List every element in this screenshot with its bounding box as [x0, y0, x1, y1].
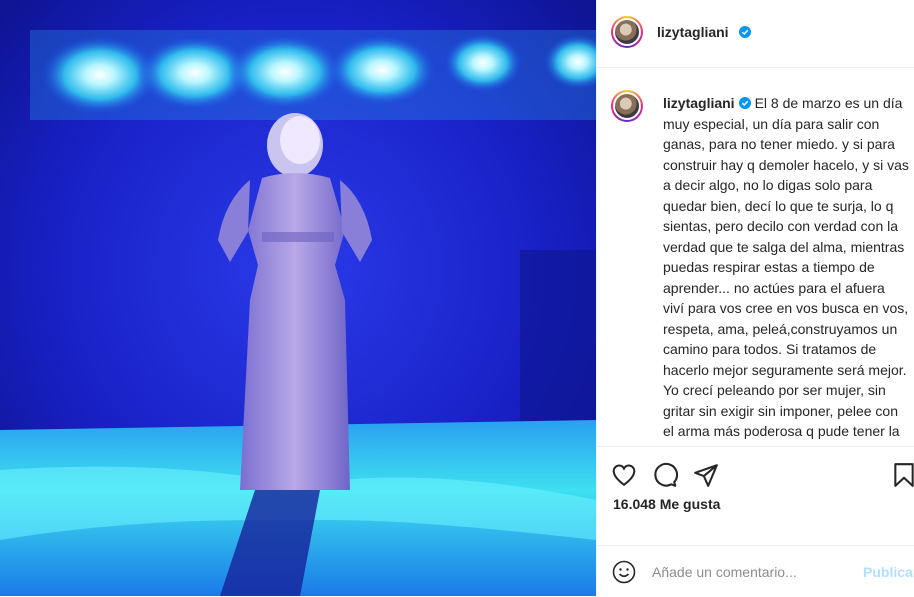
bookmark-icon[interactable]	[891, 462, 914, 488]
caption-username-link[interactable]: lizytagliani	[663, 95, 735, 111]
username-link[interactable]: lizytagliani	[657, 24, 729, 40]
emoji-icon[interactable]	[612, 560, 636, 584]
caption-area: lizytagliani El 8 de marzo es un día muy …	[597, 68, 914, 446]
comment-box: Añade un comentario... Publicar	[597, 545, 914, 597]
caption-text: El 8 de marzo es un día muy especial, un…	[663, 95, 909, 446]
publish-button[interactable]: Publicar	[863, 564, 914, 580]
post-side-panel: lizytagliani lizytagliani El 8 de marzo e…	[596, 0, 914, 596]
post-photo[interactable]	[0, 0, 596, 596]
stage-photo-illustration	[0, 0, 596, 596]
caption-avatar[interactable]	[611, 90, 643, 122]
verified-icon	[738, 97, 751, 109]
caption: lizytagliani El 8 de marzo es un día muy …	[663, 93, 909, 446]
likes-count[interactable]: 16.048 Me gusta	[613, 496, 720, 512]
comment-icon[interactable]	[652, 462, 678, 488]
heart-icon[interactable]	[611, 462, 637, 488]
share-icon[interactable]	[693, 462, 719, 488]
verified-icon	[739, 26, 751, 38]
action-bar: 16.048 Me gusta	[597, 446, 914, 547]
post-header: lizytagliani	[597, 0, 914, 68]
comment-input[interactable]: Añade un comentario...	[652, 564, 797, 580]
avatar[interactable]	[611, 16, 643, 48]
